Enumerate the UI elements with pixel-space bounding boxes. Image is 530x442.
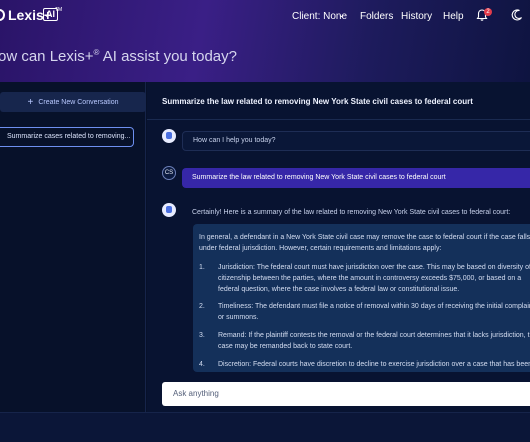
assistant-avatar-icon bbox=[162, 129, 176, 143]
answer-item-number: 1. bbox=[199, 264, 205, 271]
answer-item-text: Timeliness: The defendant must file a no… bbox=[218, 303, 530, 321]
notification-badge: 2 bbox=[484, 8, 492, 16]
conversation-list-item[interactable]: Summarize cases related to removing... bbox=[0, 127, 134, 147]
top-navigation: Lexis+ AI TM Client: None ⌄ Folders Hist… bbox=[0, 0, 530, 32]
answer-item-text: Discretion: Federal courts have discreti… bbox=[218, 361, 530, 368]
answer-item-number: 4. bbox=[199, 361, 205, 368]
nav-history[interactable]: History bbox=[401, 11, 432, 22]
user-message: Summarize the law related to removing Ne… bbox=[182, 168, 530, 188]
moon-icon[interactable] bbox=[510, 8, 524, 22]
assistant-answer-box: In general, a defendant in a New York St… bbox=[193, 224, 530, 372]
greeting-prefix: ow can Lexis+ bbox=[0, 48, 94, 65]
plus-icon: + bbox=[27, 96, 34, 108]
create-new-conversation-button[interactable]: + Create New Conversation bbox=[0, 92, 146, 112]
answer-item-text: Remand: If the plaintiff contests the re… bbox=[218, 332, 530, 350]
page-greeting: ow can Lexis+® AI assist you today? bbox=[0, 48, 237, 65]
logo-icon bbox=[0, 9, 5, 21]
answer-item-text: Jurisdiction: The federal court must hav… bbox=[218, 264, 530, 293]
assistant-answer-intro: Certainly! Here is a summary of the law … bbox=[192, 209, 511, 216]
user-avatar: CS bbox=[162, 166, 176, 180]
assistant-message: How can I help you today? bbox=[182, 131, 530, 151]
chevron-down-icon[interactable]: ⌄ bbox=[338, 10, 345, 19]
footer-bar bbox=[0, 412, 530, 442]
chat-title: Summarize the law related to removing Ne… bbox=[162, 97, 473, 106]
create-new-conversation-label: Create New Conversation bbox=[38, 98, 119, 106]
answer-paragraph: In general, a defendant in a New York St… bbox=[199, 234, 530, 252]
nav-help[interactable]: Help bbox=[443, 11, 464, 22]
nav-folders[interactable]: Folders bbox=[360, 11, 393, 22]
assistant-avatar-icon bbox=[162, 203, 176, 217]
answer-item-number: 2. bbox=[199, 303, 205, 310]
brand-trademark: TM bbox=[55, 7, 63, 13]
greeting-suffix: AI assist you today? bbox=[99, 48, 237, 65]
ask-input-placeholder: Ask anything bbox=[173, 389, 219, 398]
answer-item-number: 3. bbox=[199, 332, 205, 339]
